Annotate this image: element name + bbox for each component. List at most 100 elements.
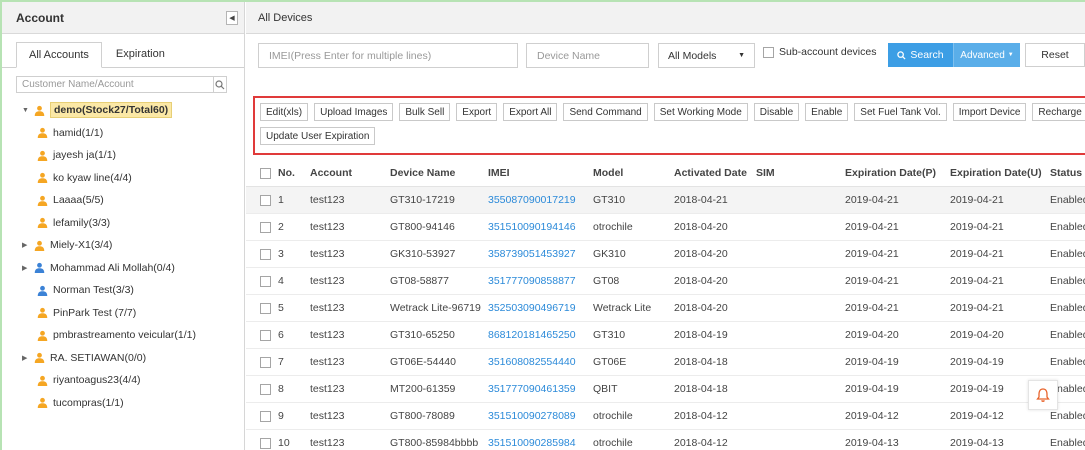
select-all-checkbox[interactable]	[260, 168, 271, 179]
imei-link[interactable]: 351510090194146	[488, 221, 576, 233]
column-header-device[interactable]: Device Name	[390, 167, 455, 179]
collapse-panel-button[interactable]: ◀	[226, 10, 238, 25]
table-row[interactable]: 4 test123 GT08-58877 351777090858877 GT08 201…	[246, 268, 1085, 295]
imei-link[interactable]: 351510090285984	[488, 437, 576, 449]
cell-model: GT310	[593, 194, 626, 206]
cell-no: 3	[278, 248, 284, 260]
row-checkbox[interactable]	[260, 276, 271, 287]
tree-account-item[interactable]: pmbrastreamento veicular(1/1)	[22, 324, 244, 347]
tree-account-item[interactable]: jayesh ja(1/1)	[22, 144, 244, 167]
imei-link[interactable]: 352503090496719	[488, 302, 576, 314]
cell-exp_u: 2019-04-20	[950, 329, 1004, 341]
imei-link[interactable]: 351777090858877	[488, 275, 576, 287]
bulk-actions-toolbar: Edit(xls) Upload Images Bulk Sell Export Exp…	[253, 96, 1085, 155]
table-row[interactable]: 2 test123 GT800-94146 351510090194146 otroch…	[246, 214, 1085, 241]
table-row[interactable]: 1 test123 GT310-17219 355087090017219 GT310 2…	[246, 187, 1085, 214]
tab-expiration[interactable]: Expiration	[104, 41, 177, 67]
action-update-user-expiration-button[interactable]: Update User Expiration	[260, 127, 376, 145]
row-checkbox[interactable]	[260, 249, 271, 260]
cell-exp_u: 2019-04-21	[950, 194, 1004, 206]
reset-button[interactable]: Reset	[1025, 43, 1085, 67]
table-row[interactable]: 10 test123 GT800-85984bbbb 351510090285984 o…	[246, 430, 1085, 450]
tree-root-account[interactable]: ▼ demo(Stock27/Total60)	[22, 99, 244, 122]
table-row[interactable]: 7 test123 GT06E-54440 351608082554440 GT06E 2…	[246, 349, 1085, 376]
tree-account-item[interactable]: Norman Test(3/3)	[22, 279, 244, 302]
column-header-model[interactable]: Model	[593, 167, 623, 179]
expand-right-icon[interactable]: ▶	[22, 354, 34, 362]
table-row[interactable]: 8 test123 MT200-61359 351777090461359 QBIT 20…	[246, 376, 1085, 403]
user-icon	[37, 375, 48, 386]
action-upload-images-button[interactable]: Upload Images	[314, 103, 394, 121]
column-header-activated[interactable]: Activated Date	[674, 167, 747, 179]
cell-no: 8	[278, 383, 284, 395]
tree-account-item[interactable]: ▶ Miely-X1(3/4)	[22, 234, 244, 257]
cell-activated: 2018-04-19	[674, 329, 728, 341]
row-checkbox[interactable]	[260, 195, 271, 206]
table-row[interactable]: 9 test123 GT800-78089 351510090278089 otroch…	[246, 403, 1085, 430]
tree-account-item[interactable]: PinPark Test (7/7)	[22, 302, 244, 325]
action-set-fuel-tank-vol-button[interactable]: Set Fuel Tank Vol.	[854, 103, 947, 121]
column-header-exp_u[interactable]: Expiration Date(U)	[950, 167, 1042, 179]
imei-link[interactable]: 351777090461359	[488, 383, 576, 395]
imei-link[interactable]: 868120181465250	[488, 329, 576, 341]
sub-account-toggle[interactable]: Sub-account devices	[763, 46, 876, 58]
cell-activated: 2018-04-20	[674, 275, 728, 287]
cell-no: 5	[278, 302, 284, 314]
table-row[interactable]: 5 test123 Wetrack Lite-96719 35250309049671…	[246, 295, 1085, 322]
action-edit-xls-button[interactable]: Edit(xls)	[260, 103, 309, 121]
cell-activated: 2018-04-20	[674, 221, 728, 233]
imei-input[interactable]: IMEI(Press Enter for multiple lines)	[258, 43, 518, 68]
imei-link[interactable]: 351608082554440	[488, 356, 576, 368]
column-header-exp_p[interactable]: Expiration Date(P)	[845, 167, 936, 179]
user-icon	[37, 150, 48, 161]
sub-account-checkbox[interactable]	[763, 46, 774, 58]
column-header-imei[interactable]: IMEI	[488, 167, 510, 179]
column-header-sim[interactable]: SIM	[756, 167, 775, 179]
action-send-command-button[interactable]: Send Command	[563, 103, 648, 121]
action-import-device-button[interactable]: Import Device	[952, 103, 1027, 121]
expand-right-icon[interactable]: ▶	[22, 264, 34, 272]
model-select[interactable]: All Models ▼	[658, 43, 755, 68]
cell-device: GT310-17219	[390, 194, 455, 206]
tree-account-item[interactable]: Laaaa(5/5)	[22, 189, 244, 212]
row-checkbox[interactable]	[260, 222, 271, 233]
row-checkbox[interactable]	[260, 384, 271, 395]
expand-right-icon[interactable]: ▶	[22, 241, 34, 249]
column-header-account[interactable]: Account	[310, 167, 352, 179]
table-row[interactable]: 3 test123 GK310-53927 358739051453927 GK310 2…	[246, 241, 1085, 268]
action-disable-button[interactable]: Disable	[753, 103, 800, 121]
row-checkbox[interactable]	[260, 303, 271, 314]
tree-account-item[interactable]: ▶ RA. SETIAWAN(0/0)	[22, 347, 244, 370]
action-enable-button[interactable]: Enable	[805, 103, 849, 121]
tab-all-accounts[interactable]: All Accounts	[16, 42, 102, 68]
cell-activated: 2018-04-20	[674, 302, 728, 314]
row-checkbox[interactable]	[260, 330, 271, 341]
notification-button[interactable]	[1028, 380, 1058, 410]
action-export-button[interactable]: Export	[456, 103, 498, 121]
imei-link[interactable]: 358739051453927	[488, 248, 576, 260]
search-button[interactable]: Search	[888, 43, 953, 67]
column-header-no[interactable]: No.	[278, 167, 295, 179]
advanced-button[interactable]: Advanced ▼	[953, 43, 1020, 67]
customer-search-button[interactable]	[213, 76, 227, 93]
tree-account-item[interactable]: lefamily(3/3)	[22, 212, 244, 235]
tree-account-item[interactable]: hamid(1/1)	[22, 122, 244, 145]
column-header-status[interactable]: Status	[1050, 167, 1082, 179]
tree-account-item[interactable]: tucompras(1/1)	[22, 392, 244, 415]
customer-search-input[interactable]: Customer Name/Account	[16, 76, 213, 93]
row-checkbox[interactable]	[260, 357, 271, 368]
table-row[interactable]: 6 test123 GT310-65250 868120181465250 GT310 2…	[246, 322, 1085, 349]
action-bulk-sell-button[interactable]: Bulk Sell	[399, 103, 451, 121]
imei-link[interactable]: 355087090017219	[488, 194, 576, 206]
imei-link[interactable]: 351510090278089	[488, 410, 576, 422]
device-name-input[interactable]: Device Name	[526, 43, 649, 68]
action-export-all-button[interactable]: Export All	[503, 103, 558, 121]
action-recharge-button[interactable]: Recharge	[1032, 103, 1085, 121]
expand-down-icon[interactable]: ▼	[22, 107, 34, 114]
tree-account-item[interactable]: ko kyaw line(4/4)	[22, 167, 244, 190]
tree-account-item[interactable]: ▶ Mohammad Ali Mollah(0/4)	[22, 257, 244, 280]
tree-account-item[interactable]: riyantoagus23(4/4)	[22, 369, 244, 392]
row-checkbox[interactable]	[260, 438, 271, 449]
action-set-working-mode-button[interactable]: Set Working Mode	[653, 103, 748, 121]
row-checkbox[interactable]	[260, 411, 271, 422]
